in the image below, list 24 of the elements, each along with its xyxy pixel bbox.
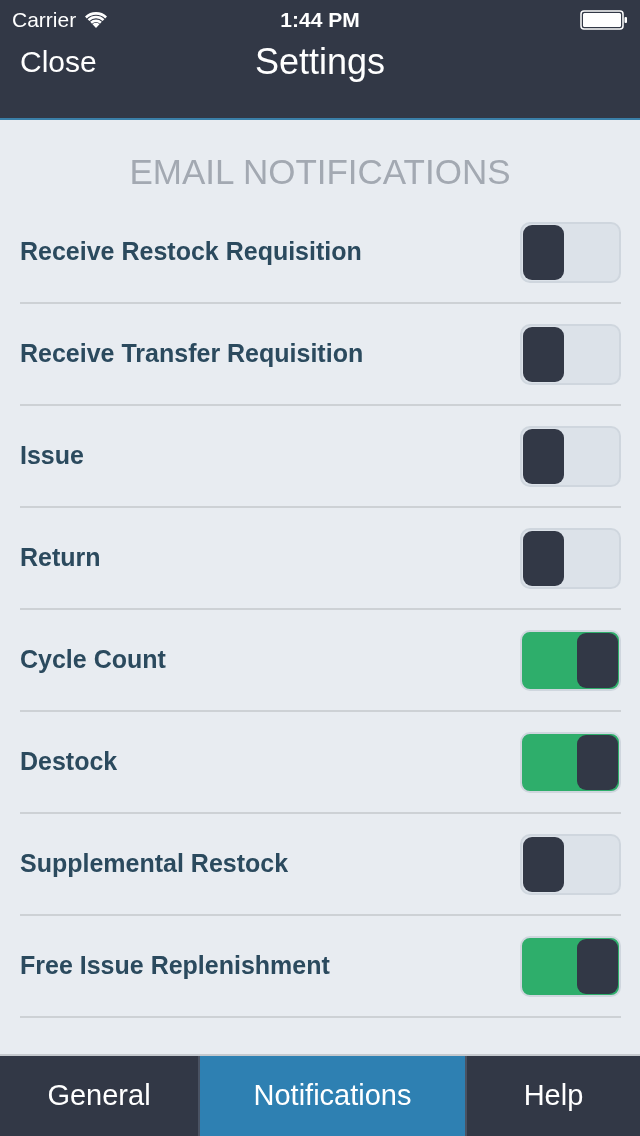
toggle-switch[interactable] <box>520 629 621 691</box>
setting-label: Supplemental Restock <box>20 848 289 880</box>
setting-label: Free Issue Replenishment <box>20 950 330 982</box>
battery-icon <box>580 10 628 30</box>
carrier-label: Carrier <box>12 7 77 34</box>
close-button[interactable]: Close <box>20 42 97 82</box>
toggle-switch[interactable] <box>520 731 621 793</box>
setting-label: Receive Transfer Requisition <box>20 338 364 370</box>
toggle-switch[interactable] <box>520 833 621 895</box>
toggle-switch[interactable] <box>520 221 621 283</box>
setting-label: Receive Restock Requisition <box>20 236 362 268</box>
wifi-icon <box>84 11 109 29</box>
setting-label: Cycle Count <box>20 644 166 676</box>
setting-label: Return <box>20 542 101 574</box>
toggle-switch[interactable] <box>520 323 621 385</box>
nav-title: Settings <box>254 42 386 82</box>
toggle-switch[interactable] <box>520 425 621 487</box>
section-title: EMAIL NOTIFICATIONS <box>129 152 511 192</box>
toggle-switch[interactable] <box>520 527 621 589</box>
status-time: 1:44 PM <box>280 7 360 34</box>
setting-label: Issue <box>20 440 84 472</box>
toggle-switch[interactable] <box>520 935 621 997</box>
tab[interactable]: Notifications <box>198 1056 465 1136</box>
setting-label: Destock <box>20 746 118 778</box>
